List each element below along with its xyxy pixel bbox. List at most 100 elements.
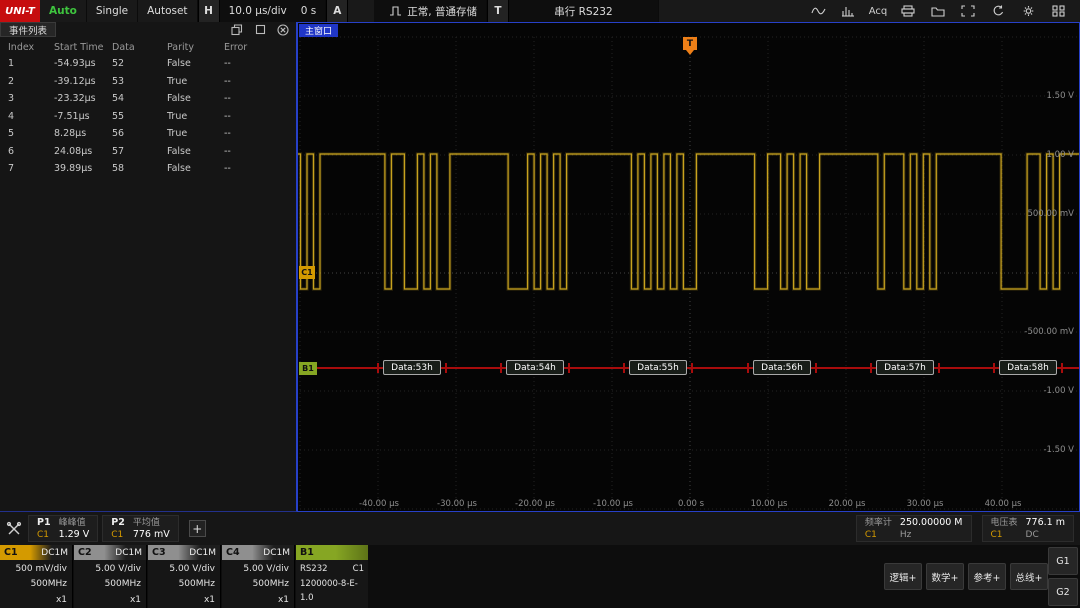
cell: 54 [112,93,167,104]
channel-c4[interactable]: C4DC1M 5.00 V/div 500MHz x1 [222,545,295,608]
channel-c2[interactable]: C2DC1M 5.00 V/div 500MHz x1 [74,545,147,608]
channel-id: C2 [78,547,92,558]
time-scale-label: 10.00 μs [739,499,799,509]
table-row[interactable]: 624.08μs57False-- [0,143,296,160]
bus-decode-value: Data:54h [506,360,564,375]
waveform-trace [298,23,1079,511]
horizontal-offset: 0 s [301,5,317,17]
printer-icon[interactable] [896,2,920,20]
bus1-marker[interactable]: B1 [299,362,317,375]
cell: -- [224,58,269,69]
g1-button[interactable]: G1 [1048,547,1078,575]
event-list-tab[interactable]: 事件列表 [0,22,56,37]
cell: -- [224,111,269,122]
measurement-type: 平均值 [133,517,170,529]
serial-status[interactable]: 串行 RS232 [509,0,659,22]
math-add-button[interactable]: 数学+ [926,563,964,590]
table-row[interactable]: 3-23.32μs54False-- [0,90,296,107]
add-measurement-button[interactable]: + [189,520,206,537]
voltage-scale-label: -500.00 mV [1004,327,1074,337]
toolbar-icon-cluster: Acq [796,0,1080,22]
apps-grid-icon[interactable] [1046,2,1070,20]
screenshot-icon[interactable] [956,2,980,20]
cell: 52 [112,58,167,69]
timebase-readout[interactable]: 10.0 μs/div 0 s [220,0,327,22]
acq-button[interactable]: Acq [866,2,890,20]
channel-coupling: DC1M [115,548,142,558]
measurement-value: 1.29 V [59,529,90,541]
freq-counter-source: C1 [865,529,892,541]
spectrum-icon[interactable] [836,2,860,20]
rotate-icon[interactable] [986,2,1010,20]
measurement-p2[interactable]: P2 C1 平均值 776 mV [102,515,178,542]
waveform-gen-icon[interactable] [806,2,830,20]
voltmeter-unit: DC [1026,529,1065,541]
measure-tools-icon[interactable] [0,512,28,545]
channel-id: C4 [226,547,240,558]
oscilloscope-app: UNI-T Auto Single Autoset H 10.0 μs/div … [0,0,1080,608]
cell: True [167,128,224,139]
channel-c1[interactable]: C1DC1M 500 mV/div 500MHz x1 [0,545,73,608]
trigger-status-text: 正常, 普通存储 [407,4,477,19]
channel-coupling: DC1M [263,548,290,558]
table-row[interactable]: 2-39.12μs53True-- [0,73,296,90]
voltage-scale-label: 1.50 V [1004,91,1074,101]
folder-icon[interactable] [926,2,950,20]
timebase-value: 10.0 μs/div [229,5,287,17]
single-button[interactable]: Single [87,0,138,22]
trigger-status[interactable]: 正常, 普通存储 [374,0,487,22]
channel-probe: x1 [148,591,220,607]
voltmeter: 电压表 C1 776.1 m DC [982,515,1075,542]
voltmeter-label: 电压表 [991,517,1018,529]
cell: False [167,93,224,104]
horizontal-key[interactable]: H [198,0,220,22]
main-waveform-window[interactable]: 主窗口 T C1 B1 Data:53h Data:54h Data:55h D… [297,22,1080,512]
table-row[interactable]: 1-54.93μs52False-- [0,55,296,72]
channel-scale: 500 mV/div [0,560,72,576]
channel-id: C1 [4,547,18,558]
run-state-indicator[interactable]: Auto [40,0,87,22]
cell: 8.28μs [54,128,112,139]
freq-counter-unit: Hz [900,529,963,541]
measurement-p1[interactable]: P1 C1 峰峰值 1.29 V [28,515,98,542]
table-row[interactable]: 4-7.51μs55True-- [0,108,296,125]
col-parity: Parity [167,42,224,53]
col-data: Data [112,42,167,53]
reference-add-button[interactable]: 参考+ [968,563,1006,590]
meter-readouts: 频率计 C1 250.00000 M Hz 电压表 C1 776.1 m DC [856,512,1078,545]
trigger-key[interactable]: T [487,0,509,22]
g2-button[interactable]: G2 [1048,578,1078,606]
freq-counter-label: 频率计 [865,517,892,529]
main-window-tab[interactable]: 主窗口 [299,24,338,37]
cell: 1 [0,58,54,69]
channel1-ground-marker[interactable]: C1 [299,266,315,279]
channel-c3[interactable]: C3DC1M 5.00 V/div 500MHz x1 [148,545,221,608]
bus-add-button[interactable]: 总线+ [1010,563,1048,590]
close-icon[interactable] [276,23,290,36]
settings-gear-icon[interactable] [1016,2,1040,20]
cell: 58 [112,163,167,174]
channel-probe: x1 [0,591,72,607]
cell: 7 [0,163,54,174]
autoset-button[interactable]: Autoset [138,0,197,22]
channel-bandwidth: 500MHz [74,576,146,592]
cell: 5 [0,128,54,139]
cell: False [167,146,224,157]
acquire-key[interactable]: A [326,0,348,22]
maximize-icon[interactable] [253,23,267,36]
bus-channel-b1[interactable]: B1 RS232C1 1200000-8-E-1.0 LSB [296,545,368,608]
frequency-counter: 频率计 C1 250.00000 M Hz [856,515,972,542]
measurement-source: C1 [37,529,51,541]
time-scale-label: -40.00 μs [349,499,409,509]
trigger-position-marker[interactable]: T [683,37,697,50]
bus-source: C1 [353,562,364,576]
channel-coupling: DC1M [189,548,216,558]
export-copy-icon[interactable] [230,23,244,36]
cell: -54.93μs [54,58,112,69]
logic-add-button[interactable]: 逻辑+ [884,563,922,590]
table-row[interactable]: 58.28μs56True-- [0,125,296,142]
cell: 3 [0,93,54,104]
table-row[interactable]: 739.89μs58False-- [0,160,296,177]
col-error: Error [224,42,269,53]
voltage-scale-label: 500.00 mV [1004,209,1074,219]
